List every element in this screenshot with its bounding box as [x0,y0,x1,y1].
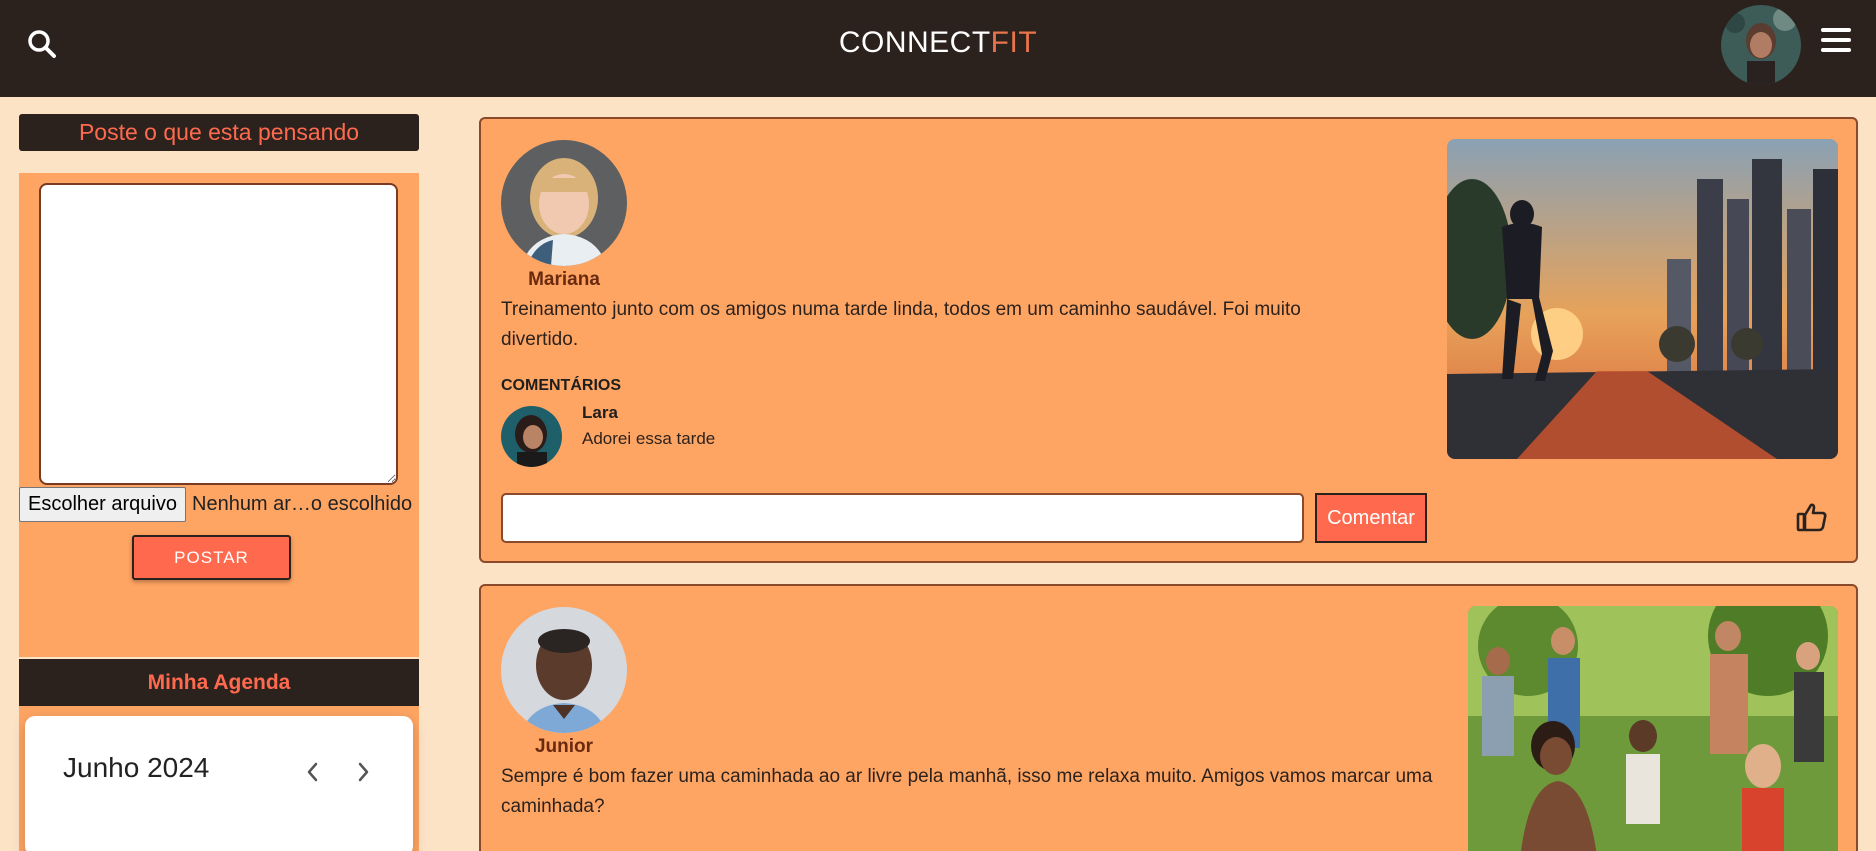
chevron-left-icon[interactable] [301,758,325,786]
logo-main-text: CONNECT [838,26,991,59]
agenda-header: Minha Agenda [19,659,419,706]
post-prompt-header: Poste o que esta pensando [19,114,419,151]
choose-file-button[interactable]: Escolher arquivo [19,487,186,522]
post-text: Sempre é bom fazer uma caminhada ao ar l… [501,766,1433,817]
file-status-text: Nenhum ar…o escolhido [192,493,413,515]
post-text: Treinamento junto com os amigos numa tar… [501,299,1301,350]
thumbs-up-icon[interactable] [1795,500,1829,534]
comments-title: COMENTÁRIOS [501,377,621,394]
post-author-name[interactable]: Junior [501,736,627,758]
app-logo[interactable]: CONNECTFIT [0,26,1876,60]
post-image[interactable] [1468,606,1838,851]
post-button[interactable]: POSTAR [132,535,291,580]
comment-button[interactable]: Comentar [1315,493,1427,543]
author-avatar[interactable] [501,607,627,733]
comment-text: Adorei essa tarde [582,429,716,448]
comment-author-name[interactable]: Lara [582,403,618,423]
post-textarea[interactable] [39,183,398,485]
calendar-widget: Junho 2024 [25,716,413,851]
post-card: Mariana Treinamento junto com os amigos … [479,117,1858,563]
comment-author-avatar[interactable] [501,406,562,467]
calendar-month-label: Junho 2024 [63,752,210,783]
post-composer: Escolher arquivo Nenhum ar…o escolhido P… [19,173,419,657]
author-avatar[interactable] [501,140,627,266]
top-navbar: CONNECTFIT [0,0,1876,97]
post-author-name[interactable]: Mariana [501,269,627,291]
post-image[interactable] [1447,139,1838,459]
chevron-right-icon[interactable] [351,758,375,786]
post-card: Junior Sempre é bom fazer uma caminhada … [479,584,1858,851]
hamburger-menu-icon[interactable] [1821,28,1851,58]
logo-accent-text: FIT [990,26,1038,59]
user-avatar[interactable] [1721,5,1801,85]
comment-input[interactable] [501,493,1304,543]
